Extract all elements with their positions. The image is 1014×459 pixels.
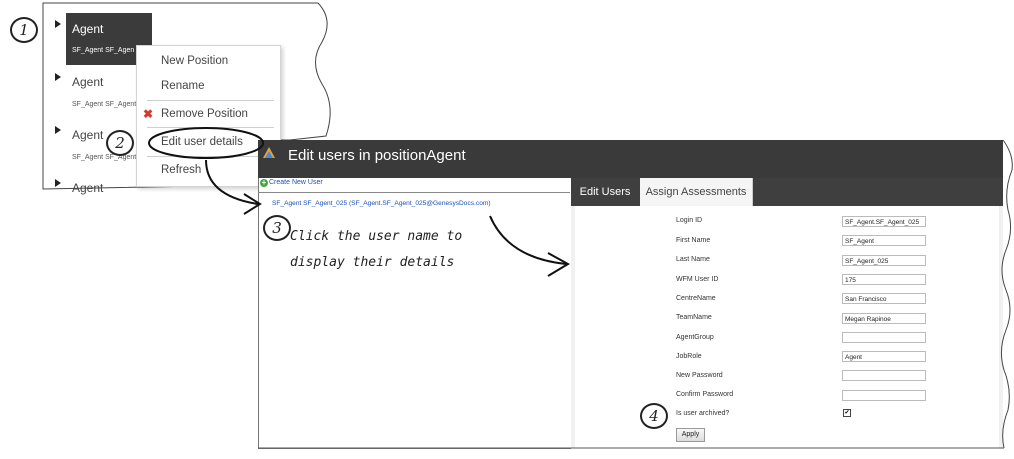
annotation-line-2: display their details [290, 255, 455, 270]
step-badge-2: 2 [106, 130, 134, 156]
torn-edge-overlay [148, 127, 1014, 449]
step-badge-1: 1 [10, 17, 38, 43]
step-badge-3: 3 [263, 215, 291, 241]
annotation-line-1: Click the user name to [290, 229, 463, 244]
step-badge-4: 4 [640, 403, 668, 429]
